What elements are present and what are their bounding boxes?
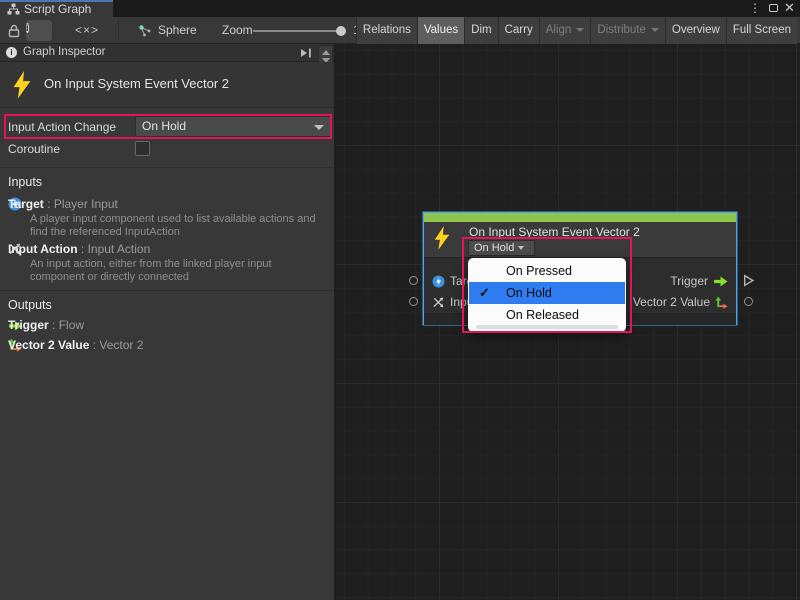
input-item-input-action: Input Action : Input Action [8, 242, 150, 256]
dropdown-value: On Hold [142, 119, 186, 133]
event-bolt-icon [433, 225, 451, 254]
chevron-down-icon [518, 246, 524, 250]
output-item-vector2: Vector 2 Value : Vector 2 [8, 338, 143, 352]
vector2-icon [715, 296, 728, 309]
divider [0, 167, 334, 168]
node-header[interactable]: On Input System Event Vector 2 On Hold [424, 222, 736, 257]
scroll-up-icon[interactable] [322, 50, 330, 55]
info-icon: i [6, 47, 17, 58]
graph-reference-breadcrumb[interactable]: Sphere [158, 17, 197, 44]
check-icon: ✓ [479, 282, 490, 304]
node-dropdown-button[interactable]: On Hold [468, 240, 535, 256]
player-input-icon [432, 275, 445, 288]
menu-item-on-released[interactable]: On Released [468, 304, 626, 326]
tab-script-graph[interactable]: Script Graph [0, 0, 113, 17]
dock-panel-icon[interactable] [300, 47, 312, 61]
carry-button[interactable]: Carry [498, 17, 539, 44]
dim-button[interactable]: Dim [464, 17, 497, 44]
full-screen-button[interactable]: Full Screen [726, 17, 797, 44]
input-target-description: A player input component used to list av… [30, 213, 316, 239]
outputs-section-title: Outputs [8, 298, 52, 312]
trigger-output-port[interactable] [742, 274, 755, 290]
window-menu-icon[interactable]: ⋮ [748, 0, 762, 17]
code-view-icon[interactable]: <×> [66, 17, 108, 44]
align-button[interactable]: Align [539, 17, 591, 44]
relations-button[interactable]: Relations [356, 17, 417, 44]
tab-label: Script Graph [24, 2, 91, 16]
input-action-icon [432, 296, 445, 309]
inspector-title: Graph Inspector [23, 46, 105, 58]
dropdown-menu: On Pressed ✓On Hold On Released [468, 258, 626, 332]
input-action-input-port[interactable] [409, 297, 418, 306]
flow-arrow-icon [713, 276, 728, 287]
menu-item-on-pressed[interactable]: On Pressed [468, 260, 626, 282]
window-maximize-icon[interactable] [766, 0, 780, 17]
input-action-description: An input action, either from the linked … [30, 258, 272, 284]
port-vector2-value[interactable]: Vector 2 Value [633, 295, 728, 309]
graph-reference-icon [138, 24, 152, 41]
values-button[interactable]: Values [417, 17, 464, 44]
inputs-section-title: Inputs [8, 175, 42, 189]
zoom-slider-track[interactable] [253, 30, 343, 32]
menu-item-on-hold[interactable]: ✓On Hold [469, 282, 625, 304]
target-input-port[interactable] [409, 276, 418, 285]
toolbar-button-group: Relations Values Dim Carry Align Distrib… [356, 17, 797, 44]
zoom-slider-knob[interactable] [336, 26, 346, 36]
toolbar-divider [118, 20, 119, 40]
chevron-down-icon [651, 28, 659, 32]
input-item-target: Target : Player Input [8, 197, 118, 211]
input-action-change-dropdown[interactable]: On Hold [135, 116, 331, 137]
graph-inspector-panel: i Graph Inspector On Input System Event … [0, 44, 335, 600]
vector2-output-port[interactable] [744, 297, 753, 306]
unit-title: On Input System Event Vector 2 [44, 76, 229, 91]
input-action-change-label: Input Action Change [8, 120, 116, 134]
coroutine-checkbox[interactable] [135, 141, 150, 156]
overview-button[interactable]: Overview [665, 17, 726, 44]
selected-unit-header: On Input System Event Vector 2 [0, 62, 334, 108]
info-icon: i [26, 23, 29, 33]
port-trigger[interactable]: Trigger [670, 274, 728, 288]
window-close-icon[interactable]: ✕ [782, 0, 797, 17]
node-dropdown-value: On Hold [474, 242, 514, 254]
node-color-bar [424, 213, 736, 222]
distribute-button[interactable]: Distribute [590, 17, 665, 44]
inspector-header: i Graph Inspector [0, 44, 334, 62]
menu-scroll-strip [476, 325, 618, 329]
chevron-down-icon [576, 28, 584, 32]
script-graph-icon [7, 3, 20, 18]
node-title: On Input System Event Vector 2 [469, 225, 640, 239]
graph-canvas[interactable]: On Input System Event Vector 2 On Hold T… [336, 44, 800, 600]
graph-toolbar: i <×> Sphere Zoom 1x Relations Values Di… [0, 17, 800, 44]
output-item-trigger: Trigger : Flow [8, 318, 84, 332]
inspector-toggle-button[interactable]: i [26, 20, 52, 41]
chevron-down-icon [314, 125, 324, 130]
divider [0, 290, 334, 291]
lock-icon[interactable] [8, 24, 20, 41]
zoom-label: Zoom [222, 17, 253, 44]
event-bolt-icon [11, 71, 33, 102]
coroutine-label: Coroutine [8, 142, 60, 156]
window-tab-bar: Script Graph ⋮ ✕ [0, 0, 800, 17]
